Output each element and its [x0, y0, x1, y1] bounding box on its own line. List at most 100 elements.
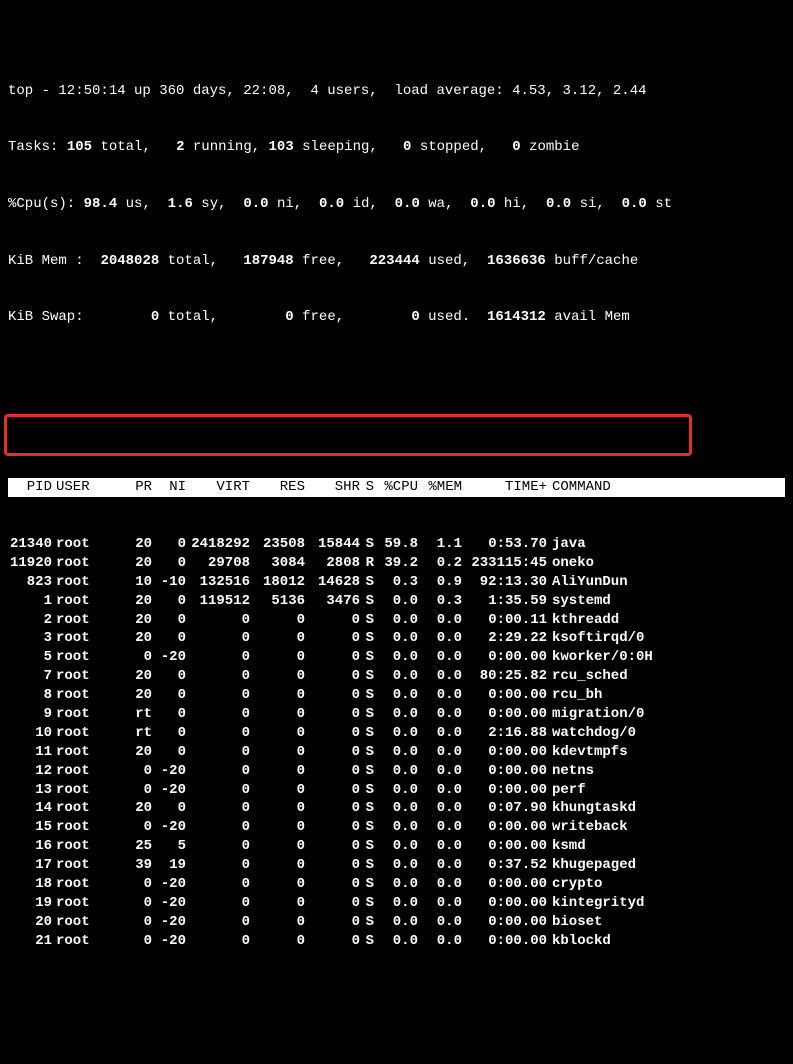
cell-shr: 3476 — [305, 592, 360, 611]
cell-virt: 119512 — [186, 592, 250, 611]
cell-time: 0:00.00 — [462, 743, 547, 762]
cell-pid: 7 — [8, 667, 52, 686]
cell-cpu: 59.8 — [374, 535, 418, 554]
cell-ni: 0 — [152, 705, 186, 724]
cell-user: root — [52, 932, 122, 951]
process-row[interactable]: 823root10-101325161801214628S0.30.992:13… — [8, 573, 785, 592]
highlight-box — [4, 414, 692, 456]
cell-time: 0:37.52 — [462, 856, 547, 875]
cell-user: root — [52, 686, 122, 705]
cell-res: 0 — [250, 611, 305, 630]
process-row[interactable]: 11920root2002970830842808R39.20.2233115:… — [8, 554, 785, 573]
cell-cmd: ksoftirqd/0 — [547, 629, 644, 648]
cell-pid: 1 — [8, 592, 52, 611]
cell-cmd: kworker/0:0H — [547, 648, 653, 667]
cell-s: S — [360, 667, 374, 686]
cell-mem: 0.0 — [418, 781, 462, 800]
process-row[interactable]: 13root0-20000S0.00.00:00.00perf — [8, 781, 785, 800]
cell-shr: 0 — [305, 818, 360, 837]
cell-virt: 29708 — [186, 554, 250, 573]
process-row[interactable]: 18root0-20000S0.00.00:00.00crypto — [8, 875, 785, 894]
cell-virt: 0 — [186, 856, 250, 875]
process-row[interactable]: 3root200000S0.00.02:29.22ksoftirqd/0 — [8, 629, 785, 648]
process-row[interactable]: 21340root20024182922350815844S59.81.10:5… — [8, 535, 785, 554]
cell-shr: 0 — [305, 648, 360, 667]
cell-virt: 0 — [186, 818, 250, 837]
cell-shr: 0 — [305, 856, 360, 875]
process-row[interactable]: 15root0-20000S0.00.00:00.00writeback — [8, 818, 785, 837]
cell-virt: 2418292 — [186, 535, 250, 554]
process-table-header[interactable]: PIDUSERPRNIVIRTRESSHRS%CPU%MEMTIME+COMMA… — [8, 478, 785, 497]
process-row[interactable]: 2root200000S0.00.00:00.11kthreadd — [8, 611, 785, 630]
cell-ni: 0 — [152, 743, 186, 762]
process-row[interactable]: 19root0-20000S0.00.00:00.00kintegrityd — [8, 894, 785, 913]
cell-time: 233115:45 — [462, 554, 547, 573]
cell-pr: 0 — [122, 762, 152, 781]
cell-pr: 39 — [122, 856, 152, 875]
cell-virt: 0 — [186, 648, 250, 667]
process-row[interactable]: 17root3919000S0.00.00:37.52khugepaged — [8, 856, 785, 875]
process-row[interactable]: 9rootrt0000S0.00.00:00.00migration/0 — [8, 705, 785, 724]
cell-user: root — [52, 705, 122, 724]
cell-virt: 0 — [186, 667, 250, 686]
cell-cmd: khungtaskd — [547, 799, 636, 818]
process-row[interactable]: 14root200000S0.00.00:07.90khungtaskd — [8, 799, 785, 818]
cell-cpu: 0.0 — [374, 611, 418, 630]
cell-virt: 0 — [186, 894, 250, 913]
cell-virt: 0 — [186, 629, 250, 648]
cell-ni: 0 — [152, 686, 186, 705]
cell-mem: 0.0 — [418, 611, 462, 630]
process-row[interactable]: 10rootrt0000S0.00.02:16.88watchdog/0 — [8, 724, 785, 743]
cell-pid: 13 — [8, 781, 52, 800]
cell-time: 0:00.00 — [462, 894, 547, 913]
cell-pr: 0 — [122, 781, 152, 800]
process-row[interactable]: 20root0-20000S0.00.00:00.00bioset — [8, 913, 785, 932]
cell-ni: -20 — [152, 913, 186, 932]
cell-mem: 0.0 — [418, 629, 462, 648]
cell-time: 2:29.22 — [462, 629, 547, 648]
cell-shr: 0 — [305, 799, 360, 818]
cell-cmd: writeback — [547, 818, 628, 837]
cell-shr: 0 — [305, 686, 360, 705]
process-row[interactable]: 8root200000S0.00.00:00.00rcu_bh — [8, 686, 785, 705]
cell-virt: 0 — [186, 705, 250, 724]
cell-cpu: 0.0 — [374, 667, 418, 686]
cell-s: S — [360, 781, 374, 800]
cell-virt: 0 — [186, 686, 250, 705]
cell-pid: 21 — [8, 932, 52, 951]
cell-ni: -20 — [152, 932, 186, 951]
cell-cpu: 0.0 — [374, 705, 418, 724]
cell-pid: 19 — [8, 894, 52, 913]
cell-user: root — [52, 781, 122, 800]
cell-cpu: 0.0 — [374, 856, 418, 875]
cell-pr: 0 — [122, 894, 152, 913]
cell-cpu: 0.0 — [374, 837, 418, 856]
process-row[interactable]: 1root20011951251363476S0.00.31:35.59syst… — [8, 592, 785, 611]
process-row[interactable]: 7root200000S0.00.080:25.82rcu_sched — [8, 667, 785, 686]
cell-cmd: perf — [547, 781, 586, 800]
process-row[interactable]: 21root0-20000S0.00.00:00.00kblockd — [8, 932, 785, 951]
cell-mem: 0.0 — [418, 856, 462, 875]
cell-mem: 0.2 — [418, 554, 462, 573]
cell-ni: 0 — [152, 535, 186, 554]
cell-cmd: kdevtmpfs — [547, 743, 628, 762]
cell-pid: 8 — [8, 686, 52, 705]
cell-shr: 0 — [305, 629, 360, 648]
cell-shr: 0 — [305, 781, 360, 800]
process-row[interactable]: 5root0-20000S0.00.00:00.00kworker/0:0H — [8, 648, 785, 667]
cell-user: root — [52, 611, 122, 630]
cell-virt: 0 — [186, 743, 250, 762]
cell-pr: 20 — [122, 611, 152, 630]
cell-virt: 0 — [186, 799, 250, 818]
cell-time: 0:00.00 — [462, 932, 547, 951]
cell-shr: 15844 — [305, 535, 360, 554]
process-row[interactable]: 16root255000S0.00.00:00.00ksmd — [8, 837, 785, 856]
cell-s: S — [360, 629, 374, 648]
cell-mem: 0.0 — [418, 837, 462, 856]
cell-pid: 14 — [8, 799, 52, 818]
cell-s: S — [360, 686, 374, 705]
process-row[interactable]: 11root200000S0.00.00:00.00kdevtmpfs — [8, 743, 785, 762]
cell-pid: 11 — [8, 743, 52, 762]
cell-mem: 0.0 — [418, 932, 462, 951]
process-row[interactable]: 12root0-20000S0.00.00:00.00netns — [8, 762, 785, 781]
